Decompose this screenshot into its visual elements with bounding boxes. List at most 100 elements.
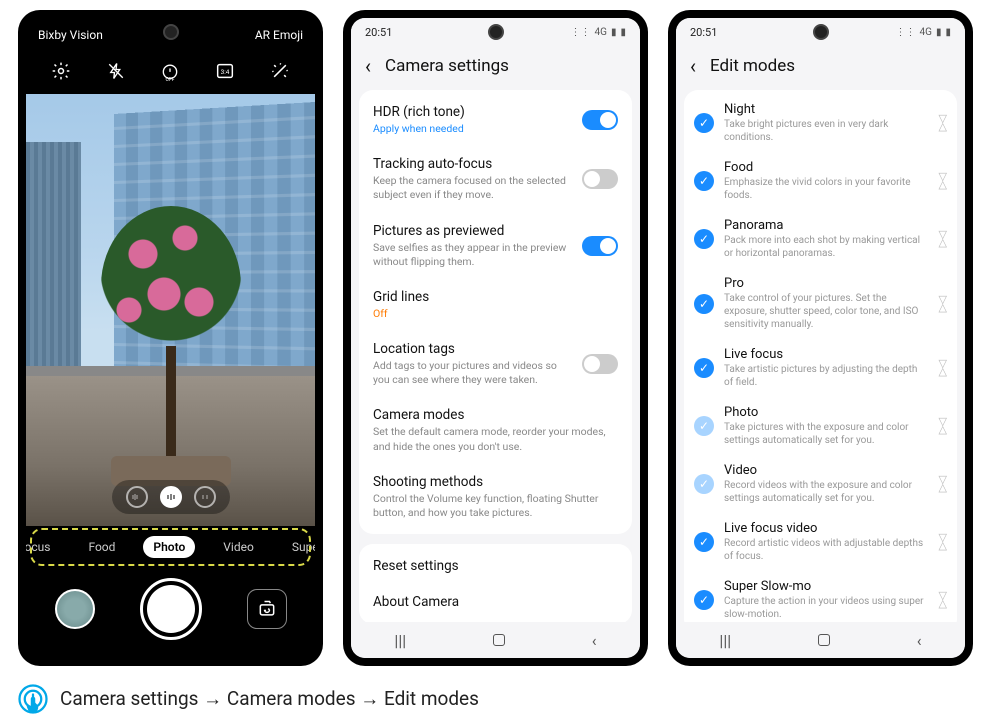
- status-bar: 20:51 ⋮⋮ 4G ▮ ▮: [351, 18, 640, 46]
- check-icon[interactable]: ✓: [694, 171, 714, 191]
- mode-video[interactable]: Video: [213, 536, 264, 558]
- row-reset-settings[interactable]: Reset settings: [359, 548, 632, 584]
- toggle-pictures-previewed[interactable]: [582, 236, 618, 256]
- status-icons: ⋮⋮ 4G ▮ ▮: [896, 27, 951, 38]
- drag-handle-icon[interactable]: ▽△: [939, 173, 947, 188]
- check-icon[interactable]: ✓: [694, 229, 714, 249]
- settings-screen: 20:51 ⋮⋮ 4G ▮ ▮ ‹ Camera settings HDR (r…: [351, 18, 640, 658]
- camera-viewfinder[interactable]: [26, 94, 315, 526]
- row-hdr[interactable]: HDR (rich tone)Apply when needed: [359, 94, 632, 146]
- switch-camera-button[interactable]: [247, 589, 287, 629]
- mode-row-live-focus[interactable]: ✓Live focusTake artistic pictures by adj…: [684, 339, 957, 397]
- mode-row-panorama[interactable]: ✓PanoramaPack more into each shot by mak…: [684, 210, 957, 268]
- mode-row-food[interactable]: ✓FoodEmphasize the vivid colors in your …: [684, 152, 957, 210]
- check-icon[interactable]: ✓: [694, 416, 714, 436]
- status-time: 20:51: [690, 26, 717, 39]
- check-icon[interactable]: ✓: [694, 474, 714, 494]
- row-pictures-previewed[interactable]: Pictures as previewedSave selfies as the…: [359, 213, 632, 279]
- svg-text:OFF: OFF: [166, 77, 175, 81]
- phone-edit-modes: 20:51 ⋮⋮ 4G ▮ ▮ ‹ Edit modes ✓NightTake …: [668, 10, 973, 666]
- row-hdr-sub: Apply when needed: [373, 122, 572, 136]
- nav-bar: ||| ‹: [676, 622, 965, 658]
- mode-super-slowmo[interactable]: Super Sl: [282, 536, 315, 558]
- mode-row-night[interactable]: ✓NightTake bright pictures even in very …: [684, 94, 957, 152]
- toggle-hdr[interactable]: [582, 110, 618, 130]
- lens-wide[interactable]: [160, 486, 182, 508]
- bixby-vision-link[interactable]: Bixby Vision: [38, 28, 103, 42]
- footer-text: Camera settings → Camera modes → Edit mo…: [60, 687, 479, 711]
- mode-row-super-slow-mo[interactable]: ✓Super Slow-moCapture the action in your…: [684, 571, 957, 622]
- back-button[interactable]: ‹: [690, 56, 696, 76]
- shutter-button[interactable]: [140, 578, 202, 640]
- gear-icon[interactable]: [48, 58, 74, 84]
- modes-list[interactable]: ✓NightTake bright pictures even in very …: [676, 90, 965, 622]
- edit-modes-screen: 20:51 ⋮⋮ 4G ▮ ▮ ‹ Edit modes ✓NightTake …: [676, 18, 965, 658]
- row-location-tags[interactable]: Location tagsAdd tags to your pictures a…: [359, 331, 632, 397]
- drag-handle-icon[interactable]: ▽△: [939, 296, 947, 311]
- mode-row-video[interactable]: ✓VideoRecord videos with the exposure an…: [684, 455, 957, 513]
- drag-handle-icon[interactable]: ▽△: [939, 231, 947, 246]
- page-title: Edit modes: [710, 56, 795, 76]
- svg-text:3:4: 3:4: [221, 68, 230, 76]
- nav-recent[interactable]: |||: [719, 631, 731, 650]
- drag-handle-icon[interactable]: ▽△: [939, 476, 947, 491]
- drag-handle-icon[interactable]: ▽△: [939, 592, 947, 607]
- mode-rail[interactable]: ve focus Food Photo Video Super Sl: [26, 526, 315, 568]
- gallery-thumbnail[interactable]: [55, 589, 95, 629]
- check-icon[interactable]: ✓: [694, 532, 714, 552]
- signal-icon: 4G: [595, 27, 607, 38]
- mode-live-focus[interactable]: ve focus: [26, 536, 60, 558]
- camera-toolbar: OFF 3:4: [26, 48, 315, 94]
- nav-recent[interactable]: |||: [394, 631, 406, 650]
- nav-home[interactable]: [818, 634, 830, 646]
- toggle-location-tags[interactable]: [582, 354, 618, 374]
- timer-off-icon[interactable]: OFF: [157, 58, 183, 84]
- row-shooting-methods[interactable]: Shooting methodsControl the Volume key f…: [359, 464, 632, 530]
- aspect-ratio-icon[interactable]: 3:4: [212, 58, 238, 84]
- back-button[interactable]: ‹: [365, 56, 371, 76]
- nav-back[interactable]: ‹: [592, 631, 597, 650]
- nav-bar: ||| ‹: [351, 622, 640, 658]
- camera-screen: Bixby Vision AR Emoji OFF 3:4: [26, 18, 315, 658]
- settings-list[interactable]: HDR (rich tone)Apply when needed Trackin…: [351, 90, 640, 622]
- mode-row-pro[interactable]: ✓ProTake control of your pictures. Set t…: [684, 268, 957, 339]
- wifi-icon: ⋮⋮: [571, 27, 591, 38]
- check-icon[interactable]: ✓: [694, 358, 714, 378]
- flash-off-icon[interactable]: [103, 58, 129, 84]
- lens-ultrawide[interactable]: [126, 486, 148, 508]
- row-grid-lines[interactable]: Grid linesOff: [359, 279, 632, 331]
- filters-icon[interactable]: [267, 58, 293, 84]
- ar-emoji-link[interactable]: AR Emoji: [255, 28, 303, 42]
- mode-row-photo[interactable]: ✓PhotoTake pictures with the exposure an…: [684, 397, 957, 455]
- mode-photo[interactable]: Photo: [143, 536, 195, 558]
- nav-back[interactable]: ‹: [917, 631, 922, 650]
- status-bar: 20:51 ⋮⋮ 4G ▮ ▮: [676, 18, 965, 46]
- row-camera-modes[interactable]: Camera modesSet the default camera mode,…: [359, 397, 632, 463]
- phone-camera: Bixby Vision AR Emoji OFF 3:4: [18, 10, 323, 666]
- row-tracking-af[interactable]: Tracking auto-focusKeep the camera focus…: [359, 146, 632, 212]
- lens-selector: [112, 480, 230, 514]
- nav-home[interactable]: [493, 634, 505, 646]
- lens-tele[interactable]: [194, 486, 216, 508]
- drag-handle-icon[interactable]: ▽△: [939, 360, 947, 375]
- battery-icon: ▮: [945, 27, 951, 38]
- signal-bars-icon: ▮: [611, 27, 617, 38]
- row-about-camera[interactable]: About Camera: [359, 584, 632, 620]
- drag-handle-icon[interactable]: ▽△: [939, 534, 947, 549]
- mode-food[interactable]: Food: [78, 536, 125, 558]
- settings-card-2: Reset settings About Camera: [359, 544, 632, 622]
- camera-top-bar: Bixby Vision AR Emoji: [26, 18, 315, 48]
- drag-handle-icon[interactable]: ▽△: [939, 418, 947, 433]
- check-icon[interactable]: ✓: [694, 113, 714, 133]
- modes-card: ✓NightTake bright pictures even in very …: [684, 90, 957, 622]
- toggle-tracking-af[interactable]: [582, 169, 618, 189]
- check-icon[interactable]: ✓: [694, 294, 714, 314]
- check-icon[interactable]: ✓: [694, 590, 714, 610]
- mode-row-live-focus-video[interactable]: ✓Live focus videoRecord artistic videos …: [684, 513, 957, 571]
- shutter-row: [26, 568, 315, 658]
- status-icons: ⋮⋮ 4G ▮ ▮: [571, 27, 626, 38]
- title-bar: ‹ Camera settings: [351, 46, 640, 90]
- drag-handle-icon[interactable]: ▽△: [939, 115, 947, 130]
- tap-icon: [18, 684, 48, 714]
- signal-bars-icon: ▮: [936, 27, 942, 38]
